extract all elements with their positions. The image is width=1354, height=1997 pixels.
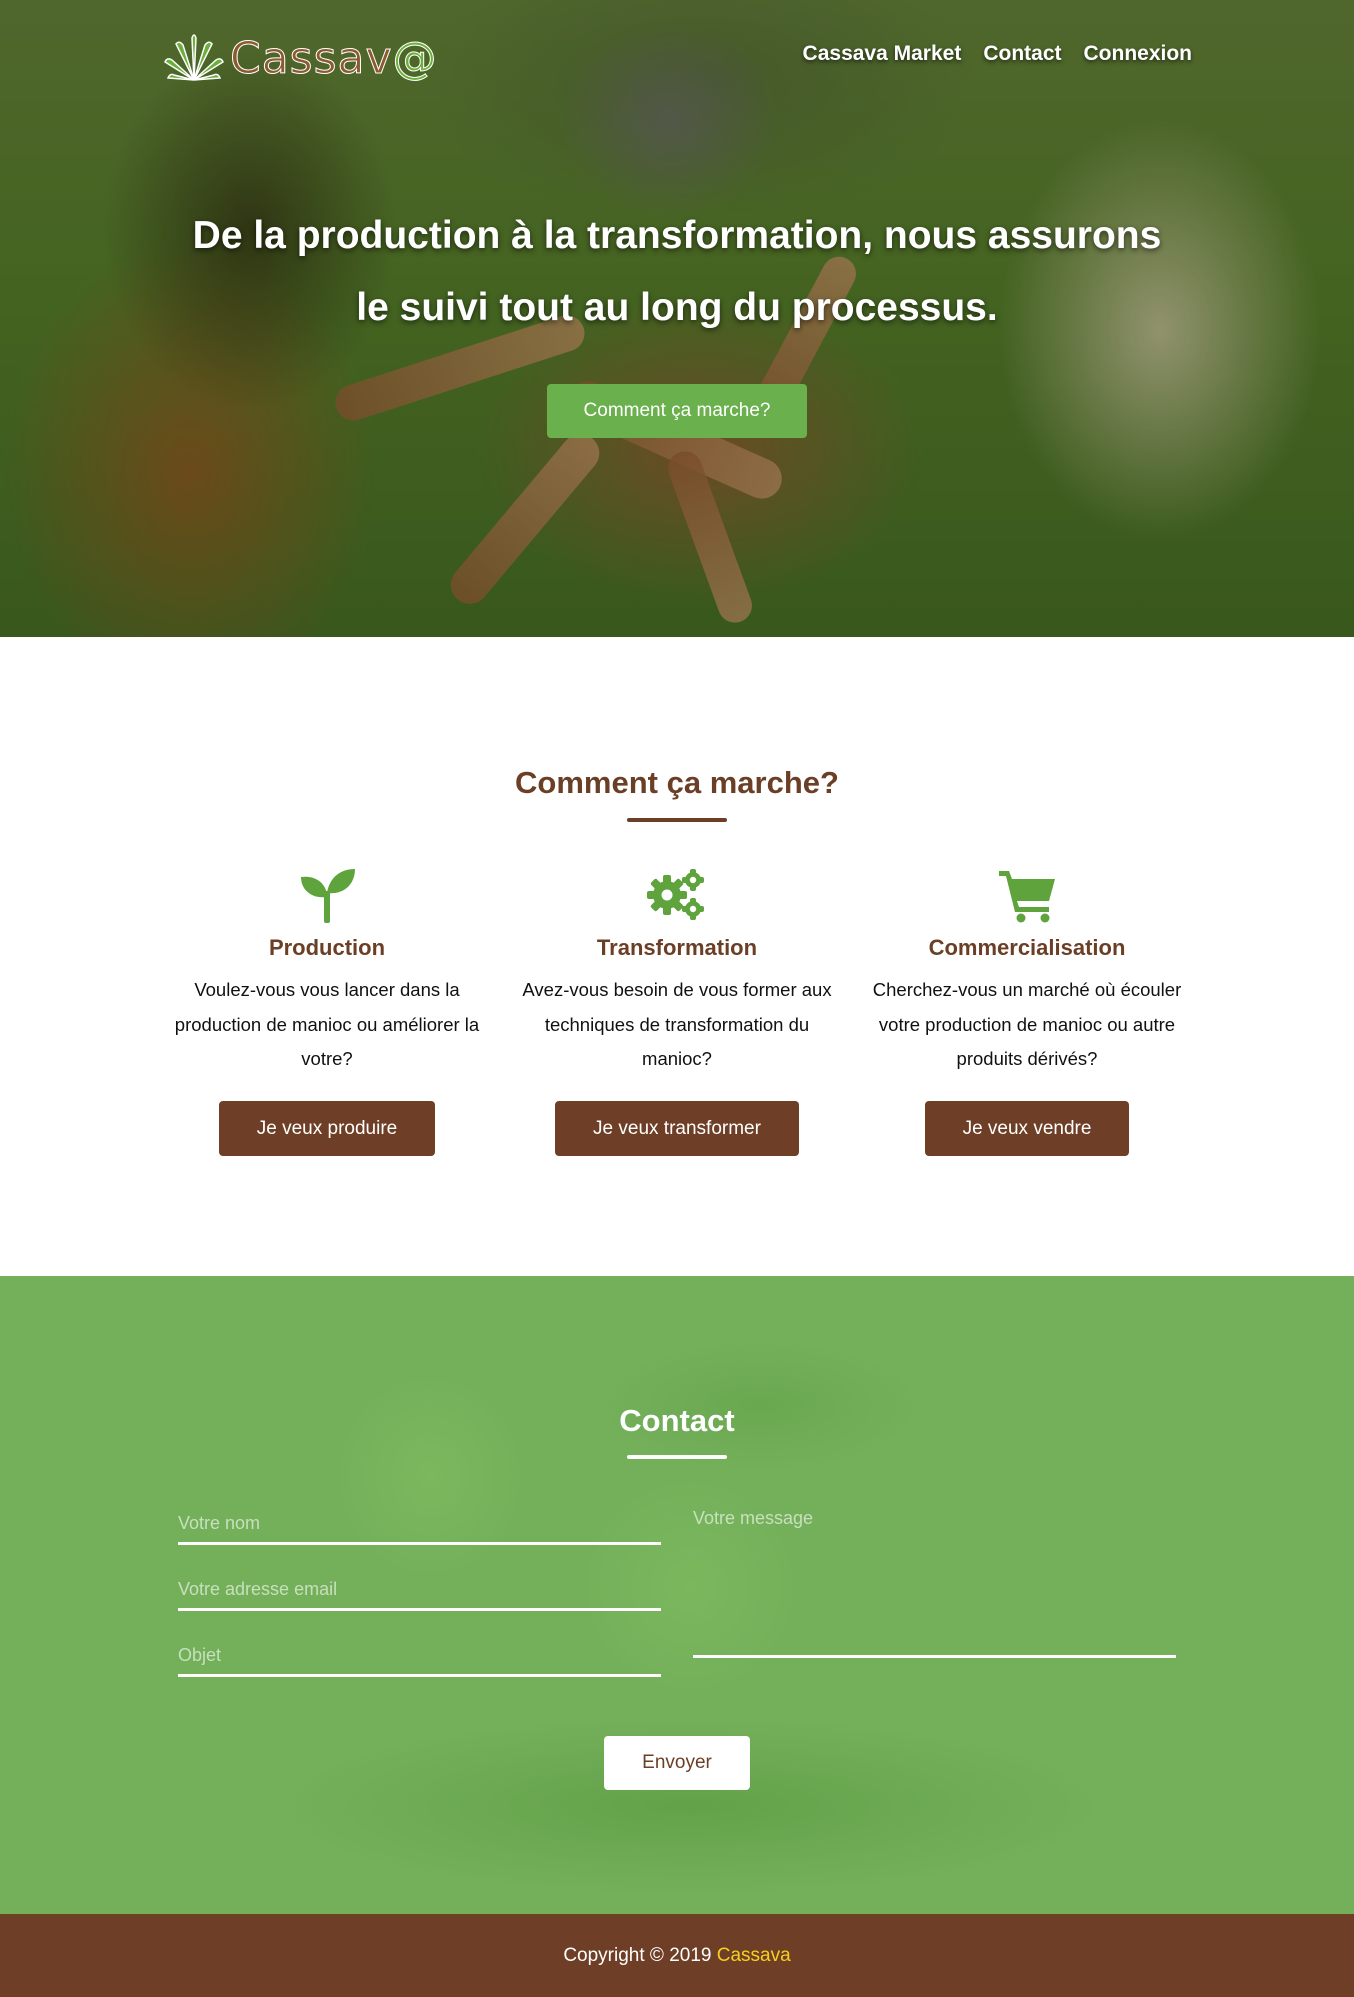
contact-section: Contact Envoyer bbox=[0, 1276, 1354, 1914]
feature-title: Production bbox=[268, 935, 386, 960]
footer: Copyright © 2019 Cassava bbox=[0, 1914, 1354, 1997]
name-input[interactable] bbox=[178, 1513, 661, 1545]
sprout-icon bbox=[301, 869, 355, 923]
send-button[interactable]: Envoyer bbox=[604, 1736, 750, 1790]
message-textarea[interactable] bbox=[693, 1506, 1176, 1658]
feature-text: Cherchez-vous un marché où écouler votre… bbox=[872, 979, 1182, 1069]
feature-production: Production Voulez-vous vous lancer dans … bbox=[162, 867, 492, 1156]
feature-text: Voulez-vous vous lancer dans la producti… bbox=[174, 979, 480, 1069]
transform-button[interactable]: Je veux transformer bbox=[555, 1101, 799, 1156]
feature-title: Commercialisation bbox=[928, 935, 1126, 960]
section-title: Comment ça marche? bbox=[515, 765, 839, 800]
cart-icon bbox=[999, 871, 1055, 923]
main-menu: Cassava Market Contact Connexion bbox=[803, 42, 1192, 66]
produce-button[interactable]: Je veux produire bbox=[218, 1101, 436, 1156]
feature-title: Transformation bbox=[596, 935, 758, 960]
navbar: Cassav@ Cassava Market Contact Connexion bbox=[0, 30, 1354, 85]
nav-link-contact[interactable]: Contact bbox=[983, 42, 1061, 66]
feature-commercialisation: Commercialisation Cherchez-vous un march… bbox=[862, 867, 1192, 1156]
hero-background-detail bbox=[442, 426, 608, 612]
brand-name: Cassav bbox=[230, 33, 393, 85]
brand-at: @ bbox=[392, 33, 438, 85]
sell-button[interactable]: Je veux vendre bbox=[924, 1101, 1130, 1156]
brand-logo[interactable]: Cassav@ bbox=[162, 30, 438, 88]
copyright-text: Copyright © 2019 bbox=[563, 1945, 712, 1966]
hero-title: De la production à la transformation, no… bbox=[192, 214, 1162, 329]
title-divider bbox=[627, 818, 727, 822]
feature-text: Avez-vous besoin de vous former aux tech… bbox=[522, 979, 832, 1069]
section-title: Contact bbox=[619, 1403, 735, 1438]
title-divider bbox=[627, 1455, 727, 1459]
subject-input[interactable] bbox=[178, 1645, 661, 1677]
feature-columns: Production Voulez-vous vous lancer dans … bbox=[162, 867, 1192, 1156]
hero-section: Cassav@ Cassava Market Contact Connexion… bbox=[0, 0, 1354, 637]
email-input[interactable] bbox=[178, 1579, 661, 1611]
how-it-works-button[interactable]: Comment ça marche? bbox=[547, 384, 807, 438]
feature-transformation: Transformation Avez-vous besoin de vous … bbox=[512, 867, 842, 1156]
hero-background-detail bbox=[663, 446, 757, 628]
nav-link-cassava-market[interactable]: Cassava Market bbox=[803, 42, 962, 66]
footer-brand-link[interactable]: Cassava bbox=[717, 1945, 791, 1966]
gears-icon bbox=[647, 869, 704, 920]
cassava-leaf-icon bbox=[164, 34, 224, 81]
nav-link-connexion[interactable]: Connexion bbox=[1084, 42, 1193, 66]
how-it-works-section: Comment ça marche? Production Voulez-vou… bbox=[0, 637, 1354, 1276]
